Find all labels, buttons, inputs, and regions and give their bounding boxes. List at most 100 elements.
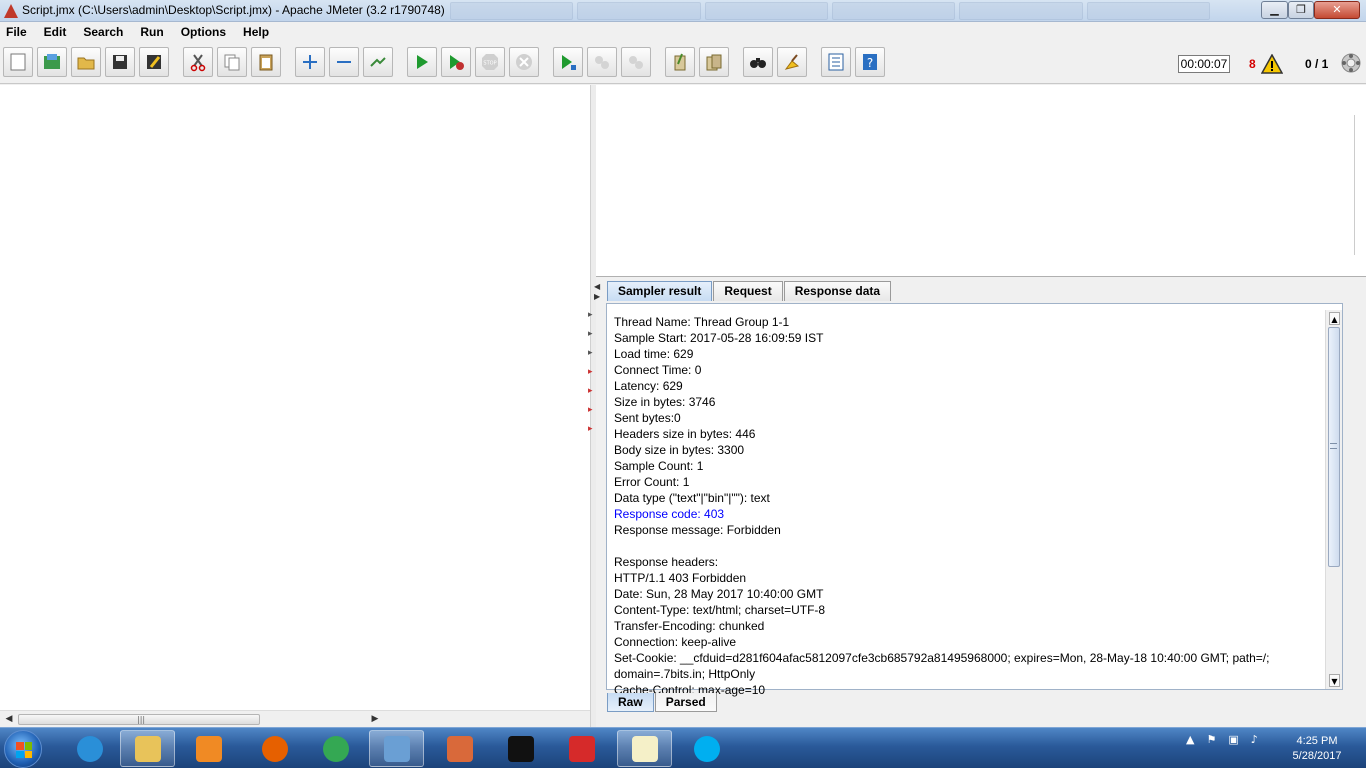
search-button[interactable] [743, 47, 773, 77]
result-line: Connect Time: 0 [614, 363, 702, 377]
chrome-icon [322, 735, 349, 762]
result-tabs: Sampler result Request Response data [607, 281, 892, 301]
menu-search[interactable]: Search [81, 25, 125, 39]
copy-button[interactable] [217, 47, 247, 77]
result-line: Headers size in bytes: 446 [614, 427, 756, 441]
start-button[interactable] [4, 730, 42, 768]
clock-time: 4:25 PM [1296, 735, 1338, 747]
stop-icon: STOP [482, 54, 498, 70]
media-player-icon [195, 735, 222, 762]
close-button[interactable]: ✕ [1314, 1, 1360, 19]
background-windows [450, 2, 1210, 20]
view-mode-tabs: Raw Parsed [607, 693, 718, 712]
start-button[interactable] [407, 47, 437, 77]
result-line: Transfer-Encoding: chunked [614, 619, 765, 633]
toggle-button[interactable] [363, 47, 393, 77]
taskbar-app-command-prompt[interactable] [493, 730, 548, 767]
menu-run[interactable]: Run [138, 25, 165, 39]
result-line [614, 538, 1326, 554]
scroll-up-icon[interactable]: ▲ [1329, 312, 1340, 325]
taskbar-app-firefox[interactable] [247, 730, 302, 767]
tree-horizontal-scrollbar[interactable]: ◀ ||| ▶ [0, 710, 590, 727]
result-line: Date: Sun, 28 May 2017 10:40:00 GMT [614, 587, 824, 601]
function-helper-button[interactable] [821, 47, 851, 77]
maximize-button[interactable]: ❐ [1288, 1, 1314, 19]
show-hidden-icons-icon[interactable]: ▲ [1186, 733, 1194, 746]
warning-icon[interactable] [1261, 54, 1283, 74]
taskbar-app-skype[interactable] [679, 730, 734, 767]
sampler-result-text-area[interactable]: Thread Name: Thread Group 1-1 Sample Star… [606, 303, 1343, 697]
taskbar-app-jmeter-face[interactable] [617, 730, 672, 767]
results-tree-panel[interactable] [596, 85, 1366, 277]
running-status-icon [1341, 53, 1361, 73]
cut-button[interactable] [183, 47, 213, 77]
function-helper-icon [828, 53, 844, 71]
paste-button[interactable] [251, 47, 281, 77]
toggle-icon [370, 57, 386, 67]
expand-all-button[interactable] [295, 47, 325, 77]
save-as-button[interactable] [139, 47, 169, 77]
network-icon[interactable]: ▣ [1228, 733, 1238, 746]
feather-pen-icon [568, 735, 595, 762]
paste-icon [259, 54, 273, 71]
menu-file[interactable]: File [4, 25, 29, 39]
speaker-icon[interactable]: ♪ [1251, 733, 1258, 746]
taskbar-app-feather-pen[interactable] [554, 730, 609, 767]
copy-icon [224, 54, 240, 71]
stop-button[interactable]: STOP [475, 47, 505, 77]
collapse-all-button[interactable] [329, 47, 359, 77]
result-line: HTTP/1.1 403 Forbidden [614, 571, 747, 585]
reset-search-button[interactable] [777, 47, 807, 77]
scroll-right-icon[interactable]: ▶ [368, 713, 382, 726]
clear-button[interactable] [665, 47, 695, 77]
reset-search-icon [784, 54, 800, 70]
result-vertical-scrollbar[interactable]: ▲ ▼ [1325, 310, 1342, 689]
menu-edit[interactable]: Edit [42, 25, 69, 39]
new-button[interactable] [3, 47, 33, 77]
scroll-left-icon[interactable]: ◀ [2, 713, 16, 726]
taskbar-clock[interactable]: 4:25 PM 5/28/2017 [1282, 734, 1352, 764]
remote-shutdown-button[interactable] [621, 47, 651, 77]
shutdown-button[interactable] [509, 47, 539, 77]
help-icon: ? [863, 54, 877, 70]
save-button[interactable] [105, 47, 135, 77]
error-count: 8 [1249, 57, 1256, 71]
volume-mixer-icon [446, 735, 473, 762]
expand-icon [303, 55, 317, 69]
start-no-pauses-button[interactable] [441, 47, 471, 77]
taskbar-app-media-player[interactable] [181, 730, 236, 767]
action-center-flag-icon[interactable]: ⚑ [1206, 733, 1216, 746]
taskbar-app-internet-explorer[interactable] [62, 730, 117, 767]
result-line: Response code: 403 [614, 507, 725, 521]
splitter-arrows-icon[interactable]: ◀ ▶ [594, 282, 600, 302]
firefox-icon [261, 735, 288, 762]
result-line: Load time: 629 [614, 347, 694, 361]
open-button[interactable] [71, 47, 101, 77]
tab-response-data[interactable]: Response data [783, 281, 892, 301]
taskbar-app-control-panel[interactable] [369, 730, 424, 767]
tab-sampler-result[interactable]: Sampler result [607, 281, 713, 301]
tab-raw[interactable]: Raw [607, 693, 654, 712]
internet-explorer-icon [76, 735, 103, 762]
taskbar-app-file-explorer[interactable] [120, 730, 175, 767]
taskbar-app-volume-mixer[interactable] [432, 730, 487, 767]
test-plan-tree[interactable] [0, 85, 590, 710]
tab-request[interactable]: Request [713, 281, 783, 301]
taskbar-app-chrome[interactable] [308, 730, 363, 767]
result-line: Size in bytes: 3746 [614, 395, 716, 409]
result-line: Sample Start: 2017-05-28 16:09:59 IST [614, 331, 824, 345]
menu-options[interactable]: Options [179, 25, 228, 39]
clear-all-button[interactable] [699, 47, 729, 77]
remote-stop-button[interactable] [587, 47, 617, 77]
tab-parsed[interactable]: Parsed [654, 693, 717, 712]
menu-bar: File Edit Search Run Options Help [0, 22, 1366, 42]
remote-start-button[interactable] [553, 47, 583, 77]
minimize-button[interactable]: ▁ [1261, 1, 1288, 19]
templates-button[interactable] [37, 47, 67, 77]
menu-help[interactable]: Help [241, 25, 271, 39]
scroll-down-icon[interactable]: ▼ [1329, 674, 1340, 687]
help-button[interactable]: ? [855, 47, 885, 77]
title-bar: Script.jmx (C:\Users\admin\Desktop\Scrip… [0, 0, 1366, 22]
result-line: Latency: 629 [614, 379, 683, 393]
result-line: Cache-Control: max-age=10 [614, 683, 766, 697]
